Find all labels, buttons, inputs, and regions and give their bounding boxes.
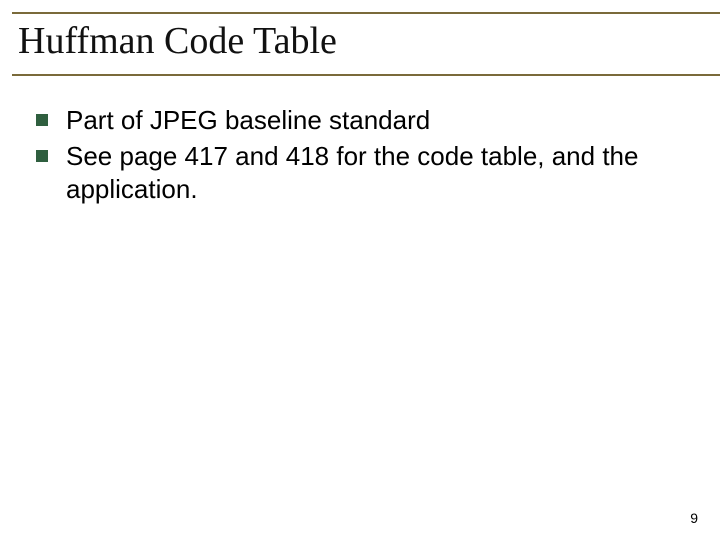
bullet-text: See page 417 and 418 for the code table,… <box>66 140 662 205</box>
slide-title: Huffman Code Table <box>18 20 720 64</box>
slide: Huffman Code Table Part of JPEG baseline… <box>0 0 720 540</box>
list-item: See page 417 and 418 for the code table,… <box>36 140 662 205</box>
slide-body: Part of JPEG baseline standard See page … <box>18 104 702 206</box>
page-number: 9 <box>690 510 698 526</box>
bullet-text: Part of JPEG baseline standard <box>66 104 430 137</box>
title-rule-box: Huffman Code Table <box>12 12 720 76</box>
list-item: Part of JPEG baseline standard <box>36 104 662 137</box>
square-bullet-icon <box>36 150 48 162</box>
square-bullet-icon <box>36 114 48 126</box>
